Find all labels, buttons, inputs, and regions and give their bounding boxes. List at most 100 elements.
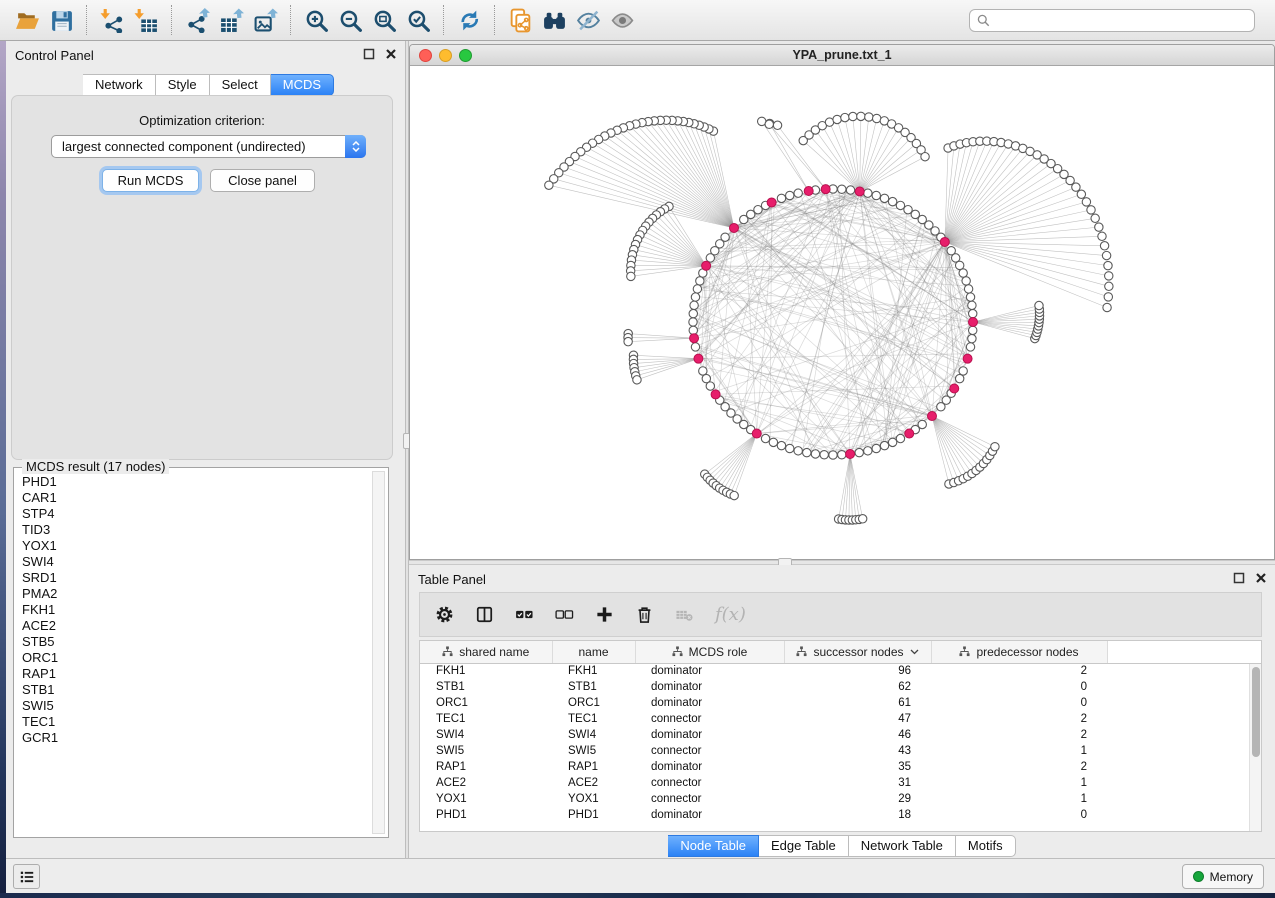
table-row[interactable]: FKH1 FKH1 dominator 96 2 xyxy=(420,663,1261,679)
delete-column-trash-icon[interactable] xyxy=(635,605,654,624)
close-window-button[interactable] xyxy=(419,49,432,62)
float-window-icon[interactable] xyxy=(363,48,375,60)
binoculars-icon xyxy=(542,8,567,33)
export-network-icon xyxy=(185,8,210,33)
network-window: YPA_prune.txt_1 xyxy=(409,44,1275,560)
close-panel-icon[interactable] xyxy=(385,48,397,60)
result-node-item[interactable]: ACE2 xyxy=(22,618,372,634)
export-network-button[interactable] xyxy=(180,3,214,37)
hide-selected-button[interactable] xyxy=(571,3,605,37)
memory-status-icon xyxy=(1193,871,1204,882)
result-node-item[interactable]: TID3 xyxy=(22,522,372,538)
open-session-button[interactable] xyxy=(10,3,44,37)
export-image-button[interactable] xyxy=(248,3,282,37)
table-tab[interactable]: Edge Table xyxy=(759,835,849,857)
result-node-item[interactable]: SRD1 xyxy=(22,570,372,586)
table-tab[interactable]: Network Table xyxy=(849,835,956,857)
network-view[interactable] xyxy=(410,66,1275,560)
select-all-icon[interactable] xyxy=(515,605,534,624)
table-row[interactable]: SWI4 SWI4 dominator 46 2 xyxy=(420,727,1261,743)
control-panel-tab[interactable]: Network xyxy=(83,74,156,96)
show-all-button[interactable] xyxy=(605,3,639,37)
import-network-button[interactable] xyxy=(95,3,129,37)
table-tab[interactable]: Node Table xyxy=(668,835,759,857)
refresh-icon xyxy=(457,8,482,33)
search-input[interactable] xyxy=(990,11,1247,30)
table-tab[interactable]: Motifs xyxy=(956,835,1016,857)
clone-network-button[interactable] xyxy=(503,3,537,37)
table-row[interactable]: ACE2 ACE2 connector 31 1 xyxy=(420,775,1261,791)
import-table-button[interactable] xyxy=(129,3,163,37)
search-box[interactable] xyxy=(969,9,1255,32)
column-header[interactable]: shared name xyxy=(420,641,552,663)
control-panel-tab[interactable]: Style xyxy=(156,74,210,96)
optimization-criterion-label: Optimization criterion: xyxy=(12,113,392,128)
result-node-item[interactable]: SWI4 xyxy=(22,554,372,570)
control-panel-tab[interactable]: MCDS xyxy=(271,74,334,96)
table-row[interactable]: RAP1 RAP1 dominator 35 2 xyxy=(420,759,1261,775)
find-button[interactable] xyxy=(537,3,571,37)
column-type-icon xyxy=(442,646,453,657)
zoom-out-icon xyxy=(338,8,363,33)
result-node-item[interactable]: STB1 xyxy=(22,682,372,698)
memory-button[interactable]: Memory xyxy=(1182,864,1264,889)
table-row[interactable]: ORC1 ORC1 dominator 61 0 xyxy=(420,695,1261,711)
function-builder-icon[interactable]: f(x) xyxy=(715,604,746,625)
zoom-selected-button[interactable] xyxy=(401,3,435,37)
result-node-item[interactable]: SWI5 xyxy=(22,698,372,714)
create-column-plus-icon[interactable] xyxy=(595,605,614,624)
table-row[interactable]: PHD1 PHD1 dominator 18 0 xyxy=(420,807,1261,823)
clone-network-icon xyxy=(508,8,533,33)
result-node-item[interactable]: GCR1 xyxy=(22,730,372,746)
zoom-in-button[interactable] xyxy=(299,3,333,37)
save-floppy-icon xyxy=(49,8,74,33)
column-header[interactable] xyxy=(1107,641,1261,663)
desktop-background xyxy=(0,893,1275,898)
toolbar-separator xyxy=(290,5,291,35)
result-node-item[interactable]: PHD1 xyxy=(22,474,372,490)
scrollbar-thumb[interactable] xyxy=(1252,667,1260,757)
result-node-item[interactable]: PMA2 xyxy=(22,586,372,602)
result-node-item[interactable]: TEC1 xyxy=(22,714,372,730)
zoom-fit-icon xyxy=(372,8,397,33)
result-list-scrollbar[interactable] xyxy=(372,471,385,834)
result-node-item[interactable]: STP4 xyxy=(22,506,372,522)
delete-table-icon[interactable] xyxy=(675,605,694,624)
network-graph[interactable] xyxy=(410,66,1275,560)
column-header[interactable]: MCDS role xyxy=(635,641,784,663)
show-columns-icon[interactable] xyxy=(475,605,494,624)
result-node-item[interactable]: YOX1 xyxy=(22,538,372,554)
run-mcds-button[interactable]: Run MCDS xyxy=(102,169,199,192)
save-session-button[interactable] xyxy=(44,3,78,37)
column-header[interactable]: predecessor nodes xyxy=(931,641,1107,663)
table-body: FKH1 FKH1 dominator 96 2 STB1 STB1 domin… xyxy=(420,663,1261,823)
task-history-button[interactable] xyxy=(13,864,40,889)
control-panel-tab[interactable]: Select xyxy=(210,74,271,96)
minimize-window-button[interactable] xyxy=(439,49,452,62)
table-row[interactable]: TEC1 TEC1 connector 47 2 xyxy=(420,711,1261,727)
result-node-item[interactable]: RAP1 xyxy=(22,666,372,682)
refresh-button[interactable] xyxy=(452,3,486,37)
zoom-fit-button[interactable] xyxy=(367,3,401,37)
table-panel-title: Table Panel xyxy=(418,572,486,587)
result-node-item[interactable]: STB5 xyxy=(22,634,372,650)
table-row[interactable]: YOX1 YOX1 connector 29 1 xyxy=(420,791,1261,807)
table-row[interactable]: STB1 STB1 dominator 62 0 xyxy=(420,679,1261,695)
deselect-all-icon[interactable] xyxy=(555,605,574,624)
maximize-window-button[interactable] xyxy=(459,49,472,62)
network-window-titlebar[interactable]: YPA_prune.txt_1 xyxy=(410,45,1274,66)
table-settings-gear-icon[interactable] xyxy=(435,605,454,624)
float-window-icon[interactable] xyxy=(1233,572,1245,584)
result-node-item[interactable]: CAR1 xyxy=(22,490,372,506)
result-node-item[interactable]: ORC1 xyxy=(22,650,372,666)
column-header[interactable]: name xyxy=(552,641,635,663)
table-scrollbar[interactable] xyxy=(1249,664,1261,831)
export-table-button[interactable] xyxy=(214,3,248,37)
zoom-out-button[interactable] xyxy=(333,3,367,37)
criterion-dropdown[interactable]: largest connected component (undirected) xyxy=(51,135,366,158)
close-panel-icon[interactable] xyxy=(1255,572,1267,584)
close-panel-button[interactable]: Close panel xyxy=(210,169,315,192)
result-node-item[interactable]: FKH1 xyxy=(22,602,372,618)
table-row[interactable]: SWI5 SWI5 connector 43 1 xyxy=(420,743,1261,759)
column-header[interactable]: successor nodes xyxy=(784,641,931,663)
